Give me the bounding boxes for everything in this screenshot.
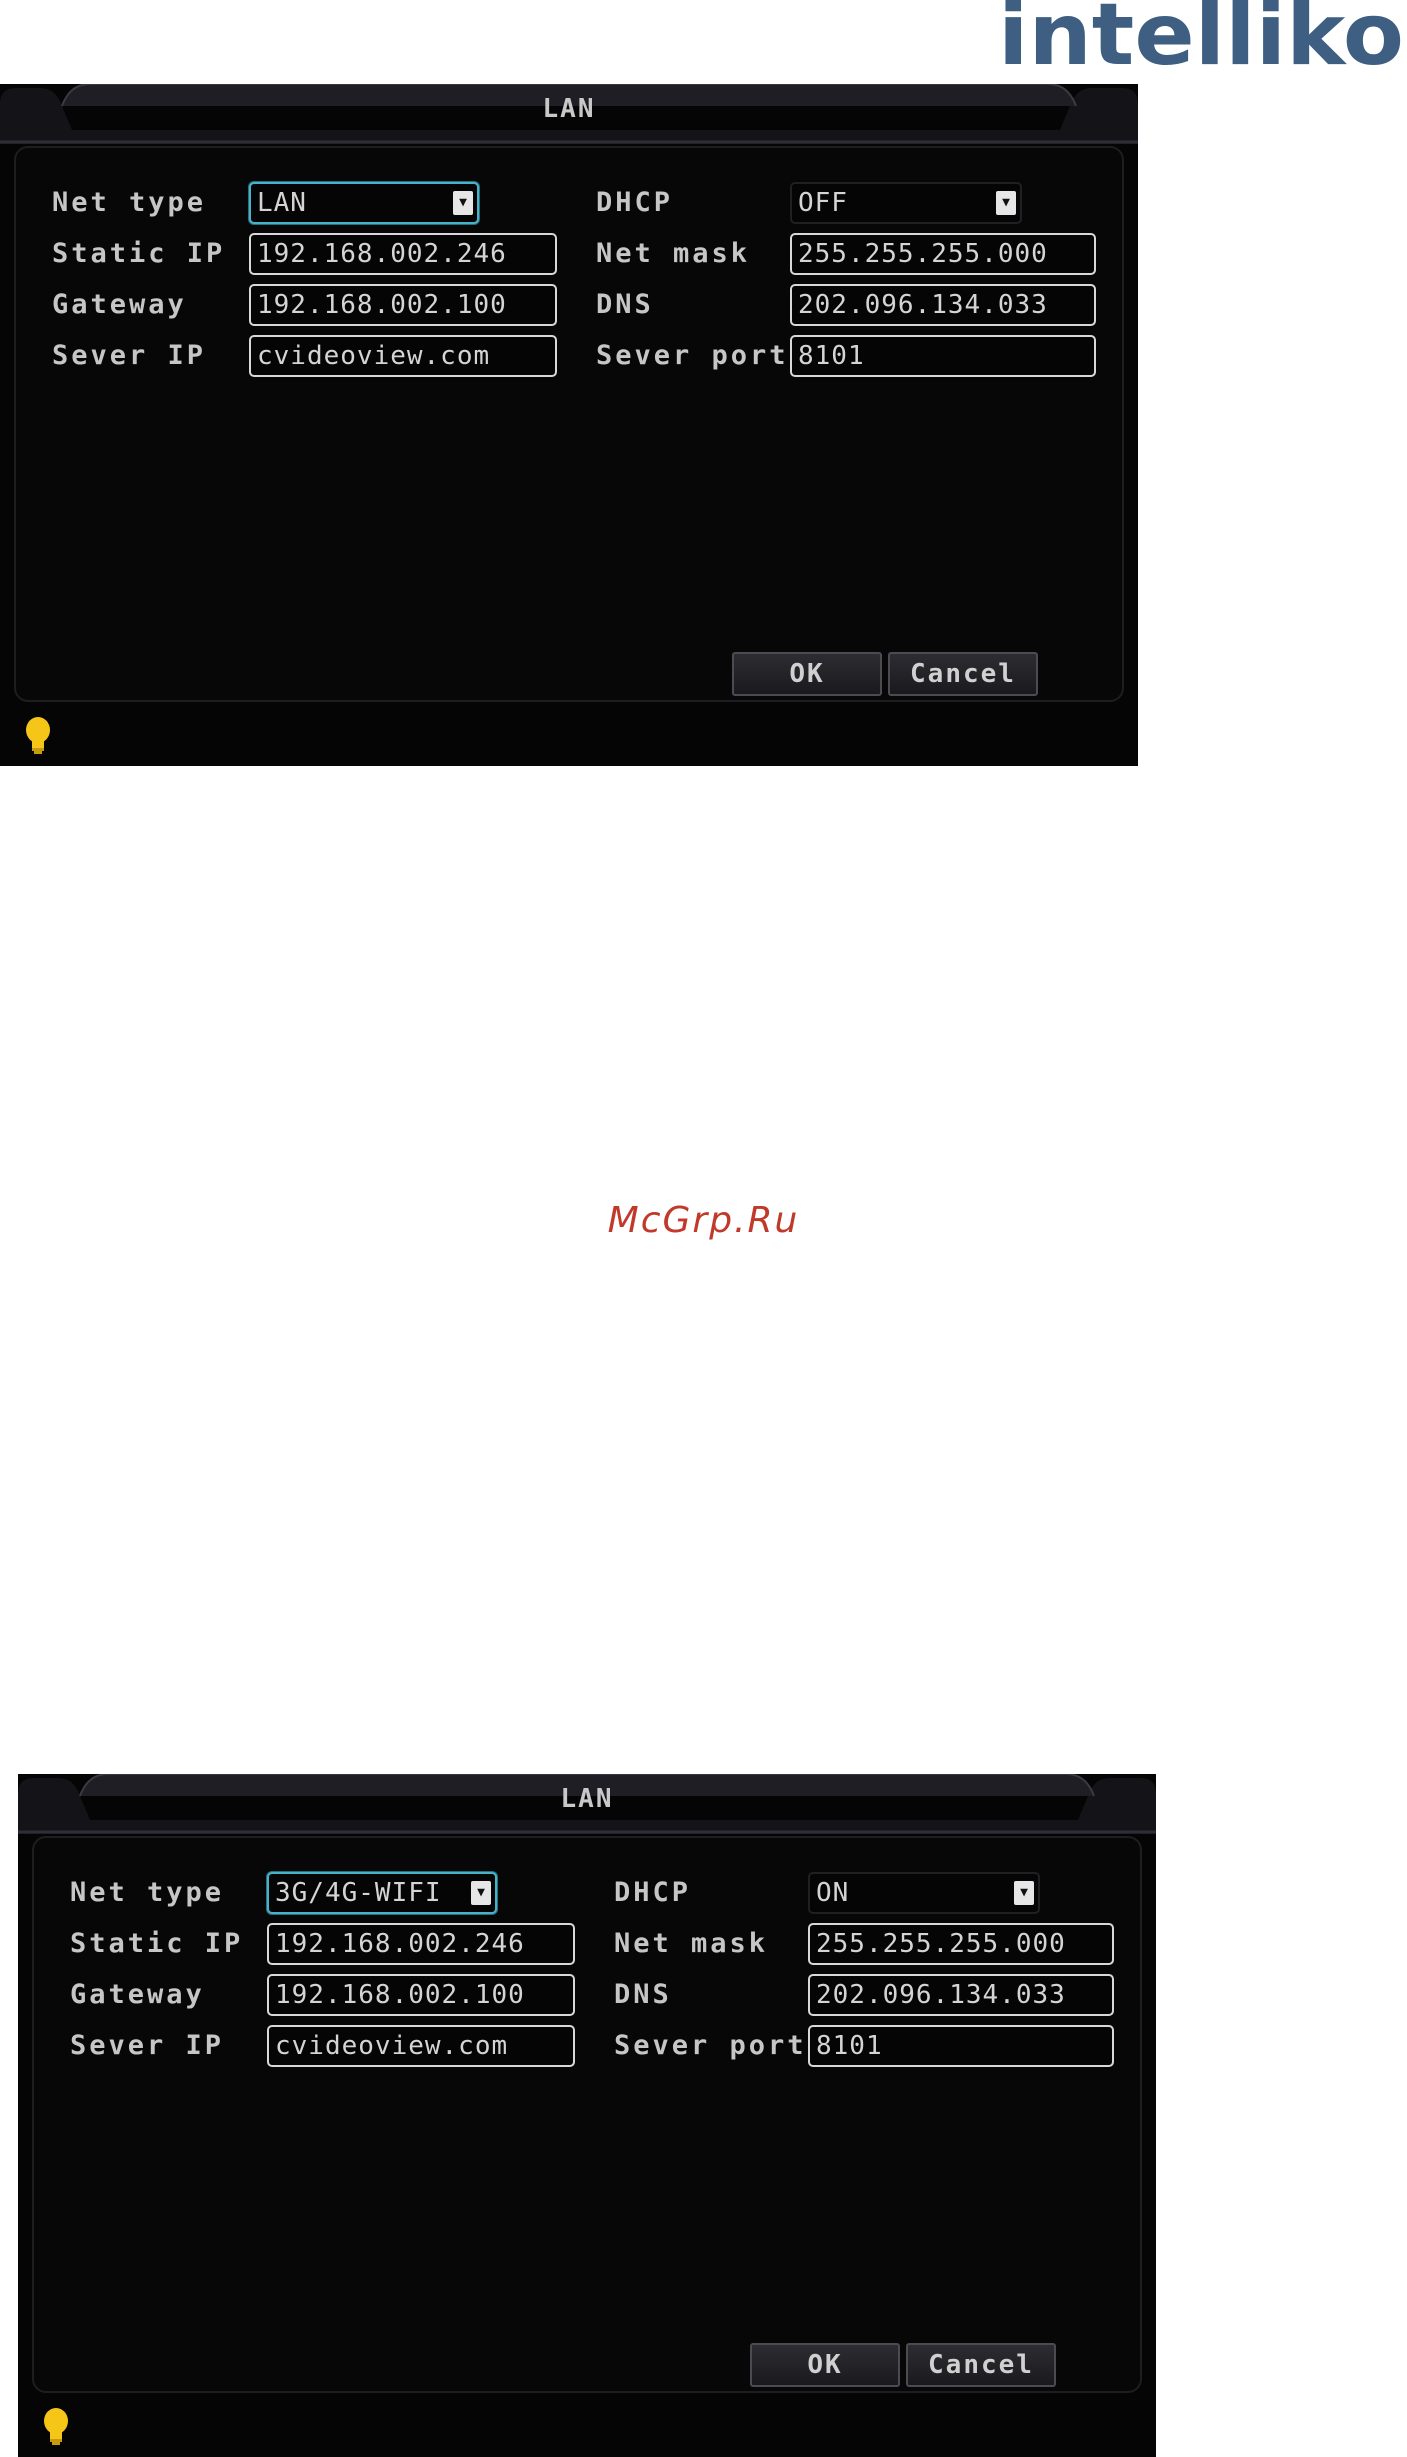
ok-button[interactable]: OK bbox=[732, 652, 882, 696]
cancel-button[interactable]: Cancel bbox=[888, 652, 1038, 696]
intelliko-logo-icon: intelliko bbox=[998, 0, 1404, 76]
gateway-field[interactable]: 192.168.002.100 bbox=[267, 1974, 575, 2016]
net-mask-label: Net mask bbox=[596, 238, 751, 269]
static-ip-label: Static IP bbox=[70, 1928, 244, 1959]
lan-dialog-2: LAN Net type 3G/4G-WIFI ▼ DHCP ON ▼ Stat… bbox=[18, 1774, 1156, 2457]
lightbulb-icon bbox=[26, 717, 50, 754]
dialog-body bbox=[14, 146, 1124, 702]
static-ip-field[interactable]: 192.168.002.246 bbox=[267, 1923, 575, 1965]
svg-text:intelliko: intelliko bbox=[998, 0, 1404, 76]
dropdown-arrow-icon[interactable]: ▼ bbox=[471, 1881, 491, 1905]
sever-port-field[interactable]: 8101 bbox=[808, 2025, 1114, 2067]
sever-port-label: Sever port bbox=[596, 340, 789, 371]
net-type-value: 3G/4G-WIFI bbox=[275, 1878, 442, 1908]
dialog-body bbox=[32, 1836, 1142, 2393]
lightbulb-icon bbox=[44, 2408, 68, 2445]
sever-port-field[interactable]: 8101 bbox=[790, 335, 1096, 377]
sever-ip-label: Sever IP bbox=[52, 340, 207, 371]
dhcp-select[interactable]: OFF ▼ bbox=[790, 182, 1022, 224]
net-mask-label: Net mask bbox=[614, 1928, 769, 1959]
dialog-titlebar: LAN bbox=[0, 84, 1138, 144]
sever-port-label: Sever port bbox=[614, 2030, 807, 2061]
net-type-select[interactable]: 3G/4G-WIFI ▼ bbox=[267, 1872, 497, 1914]
net-mask-field[interactable]: 255.255.255.000 bbox=[808, 1923, 1114, 1965]
sever-ip-field[interactable]: cvideoview.com bbox=[249, 335, 557, 377]
brand-logo: intelliko bbox=[998, 0, 1406, 76]
dhcp-label: DHCP bbox=[596, 187, 674, 218]
dns-field[interactable]: 202.096.134.033 bbox=[790, 284, 1096, 326]
dns-label: DNS bbox=[596, 289, 654, 320]
gateway-label: Gateway bbox=[70, 1979, 205, 2010]
dropdown-arrow-icon[interactable]: ▼ bbox=[996, 191, 1016, 215]
net-type-value: LAN bbox=[257, 188, 307, 218]
dns-field[interactable]: 202.096.134.033 bbox=[808, 1974, 1114, 2016]
dialog-titlebar: LAN bbox=[18, 1774, 1156, 1834]
net-type-label: Net type bbox=[52, 187, 207, 218]
dns-label: DNS bbox=[614, 1979, 672, 2010]
dhcp-select[interactable]: ON ▼ bbox=[808, 1872, 1040, 1914]
sever-ip-field[interactable]: cvideoview.com bbox=[267, 2025, 575, 2067]
dialog-title: LAN bbox=[542, 94, 596, 124]
static-ip-field[interactable]: 192.168.002.246 bbox=[249, 233, 557, 275]
sever-ip-label: Sever IP bbox=[70, 2030, 225, 2061]
dhcp-value: OFF bbox=[798, 188, 848, 218]
cancel-button[interactable]: Cancel bbox=[906, 2343, 1056, 2387]
lan-dialog-1: LAN Net type LAN ▼ DHCP OFF ▼ Static IP … bbox=[0, 84, 1138, 766]
net-type-select[interactable]: LAN ▼ bbox=[249, 182, 479, 224]
dhcp-label: DHCP bbox=[614, 1877, 692, 1908]
dropdown-arrow-icon[interactable]: ▼ bbox=[453, 191, 473, 215]
net-mask-field[interactable]: 255.255.255.000 bbox=[790, 233, 1096, 275]
dhcp-value: ON bbox=[816, 1878, 850, 1908]
ok-button[interactable]: OK bbox=[750, 2343, 900, 2387]
watermark-text: McGrp.Ru bbox=[607, 1200, 800, 1241]
dialog-title: LAN bbox=[560, 1784, 614, 1814]
gateway-label: Gateway bbox=[52, 289, 187, 320]
dropdown-arrow-icon[interactable]: ▼ bbox=[1014, 1881, 1034, 1905]
gateway-field[interactable]: 192.168.002.100 bbox=[249, 284, 557, 326]
net-type-label: Net type bbox=[70, 1877, 225, 1908]
static-ip-label: Static IP bbox=[52, 238, 226, 269]
